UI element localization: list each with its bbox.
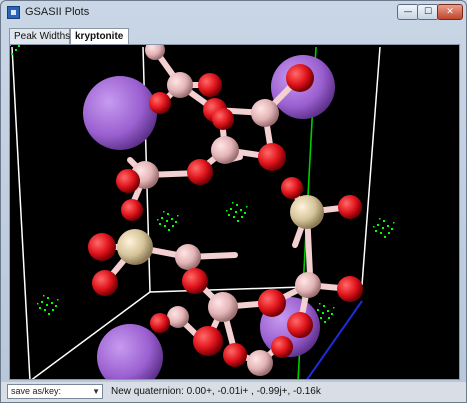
save-as-key-value: save as/key: <box>11 386 62 396</box>
tab-peak-widths[interactable]: Peak Widths <box>9 28 70 44</box>
tab-kryptonite[interactable]: kryptonite <box>70 28 129 44</box>
title-bar[interactable]: GSASII Plots — ☐ ✕ <box>1 1 466 25</box>
structure-3d-view[interactable] <box>9 44 460 380</box>
save-as-key-select[interactable]: save as/key: ▼ <box>7 384 103 399</box>
status-message: New quaternion: 0.00+, -0.01i+ , -0.99j+… <box>111 386 321 397</box>
close-button[interactable]: ✕ <box>437 4 463 20</box>
structure-canvas[interactable] <box>10 45 460 380</box>
status-bar: save as/key: ▼ New quaternion: 0.00+, -0… <box>1 382 466 402</box>
window-title: GSASII Plots <box>25 6 90 18</box>
chevron-down-icon[interactable]: ▼ <box>92 385 100 398</box>
plot-window: GSASII Plots — ☐ ✕ Peak Widths kryptonit… <box>0 0 467 403</box>
app-icon <box>7 6 20 19</box>
maximize-button[interactable]: ☐ <box>417 4 439 20</box>
minimize-button[interactable]: — <box>397 4 419 20</box>
